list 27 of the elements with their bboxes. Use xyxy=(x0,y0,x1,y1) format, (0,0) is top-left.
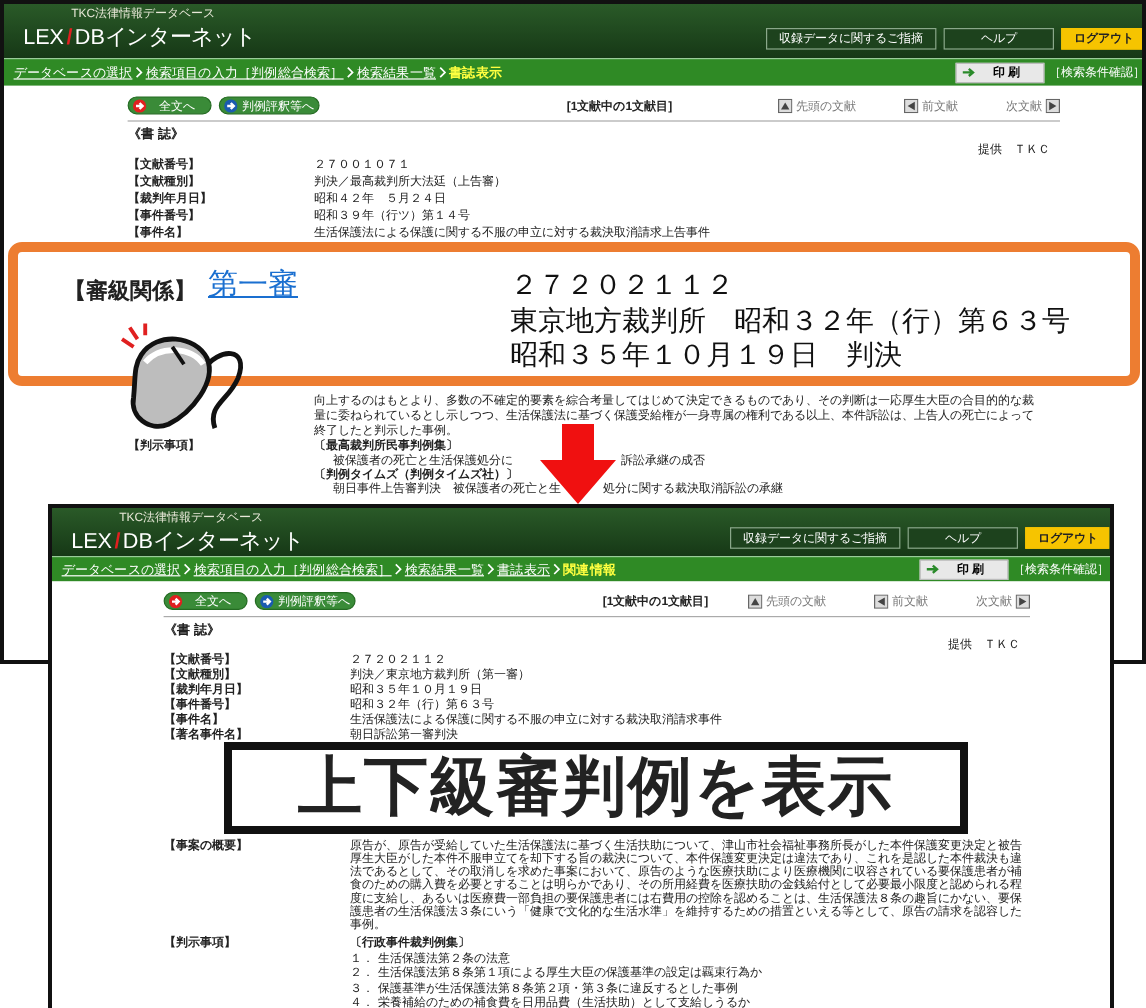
right-triangle-icon xyxy=(1045,98,1060,113)
up-triangle-icon xyxy=(778,98,793,113)
chevron-icon xyxy=(182,563,192,576)
left-triangle-icon xyxy=(904,98,919,113)
chevron-icon xyxy=(552,563,561,576)
related-case-text: ２７２０２１１２ xyxy=(510,268,736,303)
chevron-icon xyxy=(438,66,447,79)
arrow-circle-icon xyxy=(223,98,238,113)
arrow-icon xyxy=(961,66,976,79)
left-triangle-icon xyxy=(874,593,889,609)
caption-text: 上下級審判例を表示 xyxy=(224,742,968,834)
chevron-icon xyxy=(346,66,355,79)
chevron-icon xyxy=(486,563,495,576)
related-case-text: 昭和３５年１０月１９日 判決 xyxy=(510,338,904,373)
arrow-circle-icon xyxy=(132,98,147,113)
chevron-icon xyxy=(394,563,403,576)
brand-logo: LEX/DBインターネット xyxy=(23,22,257,51)
related-case-text: 東京地方裁判所 昭和３２年（行）第６３号 xyxy=(510,303,1070,338)
chevron-icon xyxy=(134,66,144,79)
court-level-link[interactable]: 第一審 xyxy=(208,268,510,304)
field-label: 【審級関係】 xyxy=(64,277,198,308)
arrow-circle-icon xyxy=(168,593,183,609)
arrow-icon xyxy=(925,563,940,576)
arrow-circle-icon xyxy=(259,593,274,609)
up-triangle-icon xyxy=(748,593,763,609)
brand-logo: LEX/DBインターネット xyxy=(71,526,305,555)
right-triangle-icon xyxy=(1015,593,1030,609)
